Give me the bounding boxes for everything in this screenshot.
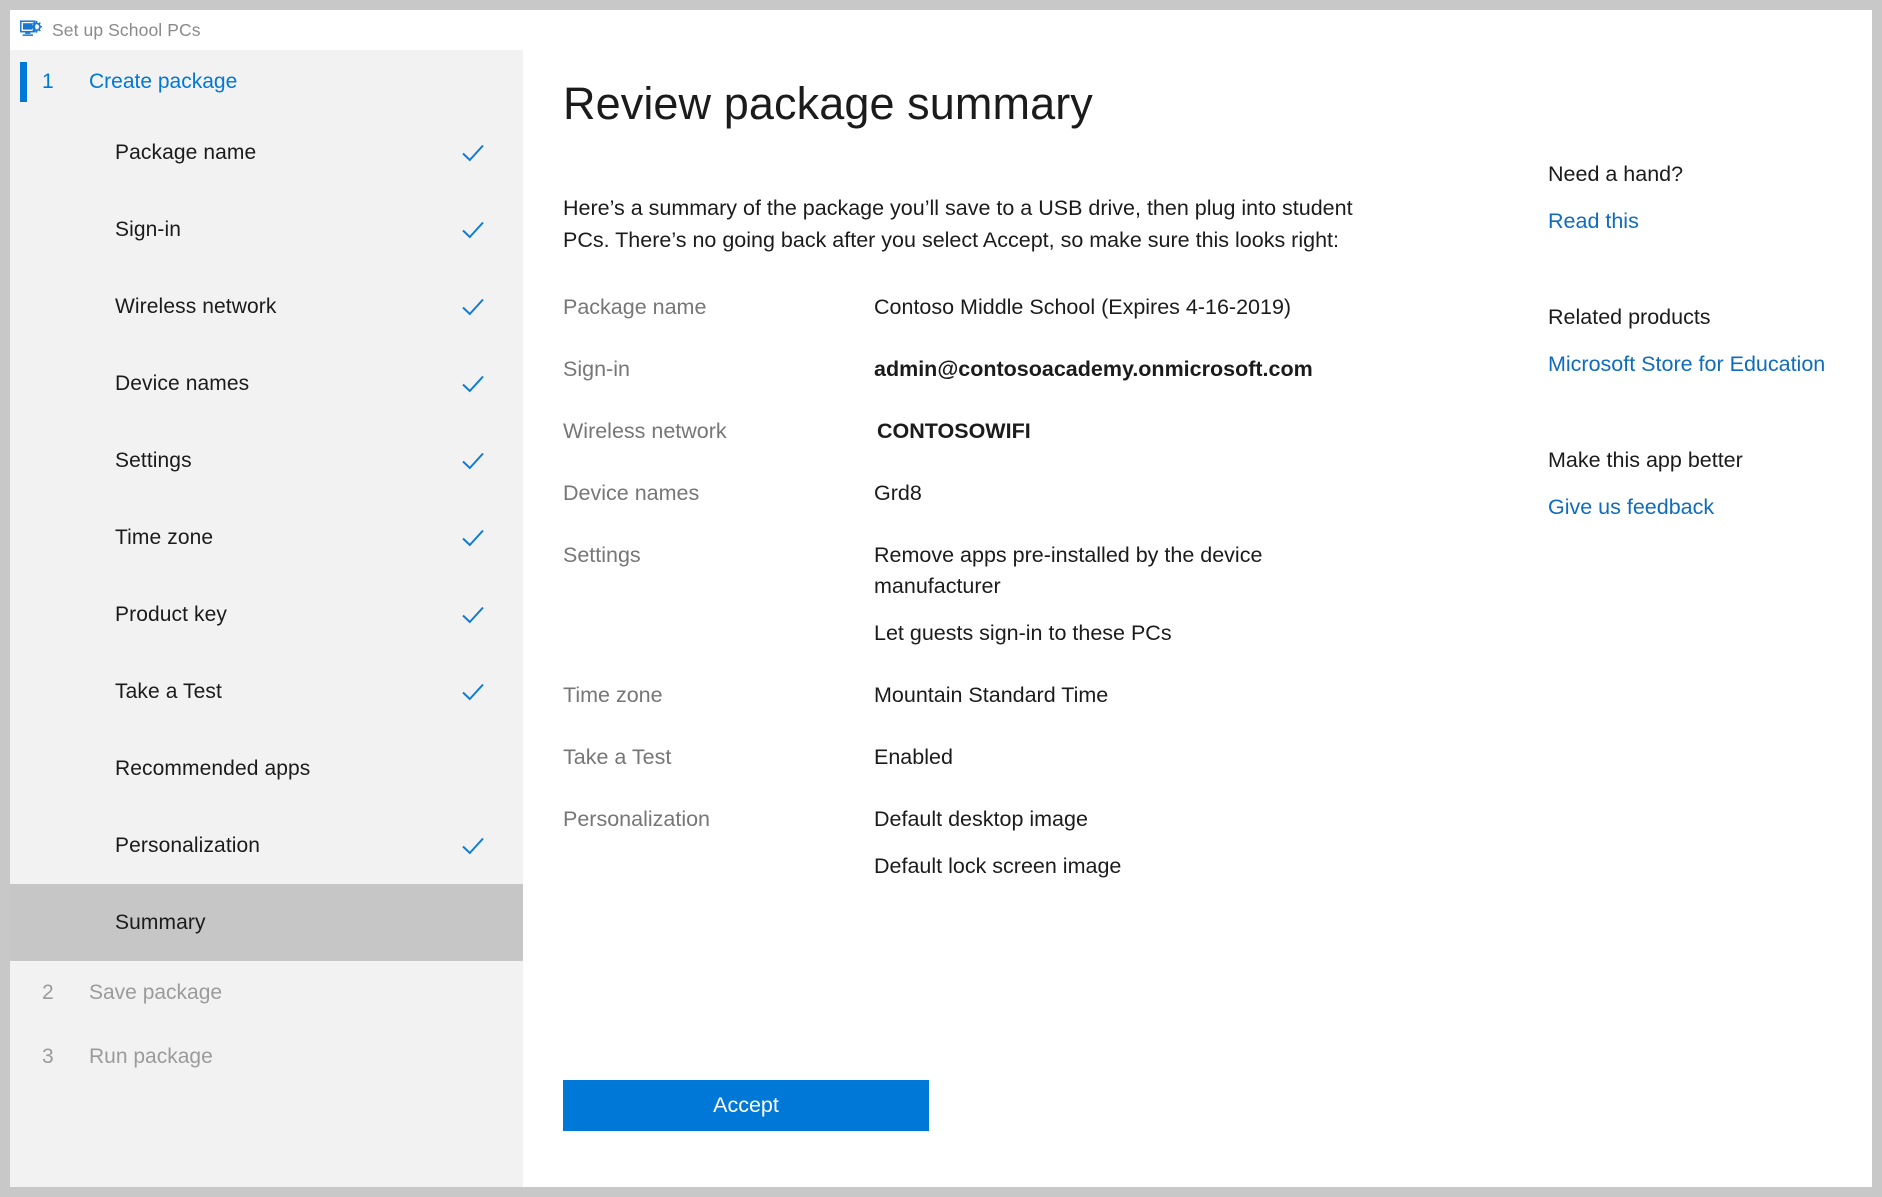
summary-value: Default desktop image — [874, 804, 1344, 835]
checkmark-icon — [460, 217, 486, 243]
window-title: Set up School PCs — [52, 20, 201, 41]
summary-row-package-name: Package name Contoso Middle School (Expi… — [563, 292, 1543, 323]
summary-value: CONTOSOWIFI — [874, 416, 1347, 447]
intro-paragraph: Here’s a summary of the package you’ll s… — [563, 192, 1353, 256]
checkmark-icon — [460, 448, 486, 474]
summary-label: Time zone — [563, 680, 874, 710]
help-heading: Need a hand? — [1548, 160, 1858, 188]
summary-label: Wireless network — [563, 416, 874, 446]
summary-value: Mountain Standard Time — [874, 680, 1344, 711]
sidebar-item-device-names[interactable]: Device names — [10, 345, 523, 422]
summary-row-wireless-network: Wireless network CONTOSOWIFI — [563, 416, 1543, 447]
summary-value-group: Contoso Middle School (Expires 4-16-2019… — [874, 292, 1543, 323]
sidebar-item-personalization[interactable]: Personalization — [10, 807, 523, 884]
summary-value: Contoso Middle School (Expires 4-16-2019… — [874, 292, 1344, 323]
sidebar-item-label: Summary — [115, 911, 460, 935]
summary-value-group: Grd8 — [874, 478, 1543, 509]
checkmark-icon — [460, 140, 486, 166]
help-group-related-products: Related products Microsoft Store for Edu… — [1548, 303, 1858, 378]
sidebar-item-settings[interactable]: Settings — [10, 422, 523, 499]
help-heading: Make this app better — [1548, 446, 1858, 474]
sidebar-step-label: Run package — [63, 1045, 213, 1069]
checkmark-icon — [460, 833, 486, 859]
help-group-need-a-hand: Need a hand? Read this — [1548, 160, 1858, 235]
sidebar-item-label: Sign-in — [115, 218, 460, 242]
summary-label: Personalization — [563, 804, 874, 834]
summary-value-group: Mountain Standard Time — [874, 680, 1543, 711]
sidebar-item-label: Package name — [115, 141, 460, 165]
summary-label: Package name — [563, 292, 874, 322]
summary-value-group: admin@contosoacademy.onmicrosoft.com — [874, 354, 1543, 385]
summary-label: Sign-in — [563, 354, 874, 384]
give-us-feedback-link[interactable]: Give us feedback — [1548, 493, 1714, 521]
summary-value-group: CONTOSOWIFI — [874, 416, 1543, 447]
help-rail: Need a hand? Read this Related products … — [1548, 160, 1858, 589]
summary-row-personalization: Personalization Default desktop image De… — [563, 804, 1543, 882]
titlebar: Set up School PCs — [10, 10, 1872, 50]
sidebar-item-label: Product key — [115, 603, 460, 627]
summary-row-device-names: Device names Grd8 — [563, 478, 1543, 509]
sidebar-step-number: 2 — [10, 981, 63, 1005]
summary-label: Device names — [563, 478, 874, 508]
checkmark-icon — [460, 294, 486, 320]
app-window: Set up School PCs 1 Create package Packa… — [0, 0, 1882, 1197]
sidebar-item-recommended-apps[interactable]: Recommended apps — [10, 730, 523, 807]
summary-value-group: Remove apps pre-installed by the device … — [874, 540, 1543, 649]
accept-button[interactable]: Accept — [563, 1080, 929, 1131]
monitor-gear-icon — [20, 20, 44, 40]
sidebar-item-product-key[interactable]: Product key — [10, 576, 523, 653]
sidebar-step-label: Create package — [63, 70, 237, 94]
sidebar-item-package-name[interactable]: Package name — [10, 114, 523, 191]
summary-value: Remove apps pre-installed by the device … — [874, 540, 1344, 602]
summary-value-group: Default desktop image Default lock scree… — [874, 804, 1543, 882]
summary-value-group: Enabled — [874, 742, 1543, 773]
summary-value: admin@contosoacademy.onmicrosoft.com — [874, 354, 1344, 385]
summary-row-time-zone: Time zone Mountain Standard Time — [563, 680, 1543, 711]
sidebar-item-label: Settings — [115, 449, 460, 473]
summary-value: Grd8 — [874, 478, 1344, 509]
summary-row-settings: Settings Remove apps pre-installed by th… — [563, 540, 1543, 649]
sidebar-item-summary[interactable]: Summary — [10, 884, 523, 961]
help-heading: Related products — [1548, 303, 1858, 331]
sidebar-item-label: Take a Test — [115, 680, 460, 704]
checkmark-icon — [460, 371, 486, 397]
summary-value: Default lock screen image — [874, 851, 1344, 882]
read-this-link[interactable]: Read this — [1548, 207, 1639, 235]
summary-value: Enabled — [874, 742, 1344, 773]
summary-row-take-a-test: Take a Test Enabled — [563, 742, 1543, 773]
sidebar-item-time-zone[interactable]: Time zone — [10, 499, 523, 576]
main-content: Review package summary Here’s a summary … — [523, 50, 1872, 1187]
checkmark-icon — [460, 679, 486, 705]
summary-row-sign-in: Sign-in admin@contosoacademy.onmicrosoft… — [563, 354, 1543, 385]
help-group-make-this-app-better: Make this app better Give us feedback — [1548, 446, 1858, 521]
active-step-indicator — [20, 62, 27, 102]
sidebar-step-label: Save package — [63, 981, 222, 1005]
sidebar-step-run-package[interactable]: 3 Run package — [10, 1025, 523, 1089]
sidebar-step-number: 3 — [10, 1045, 63, 1069]
checkmark-icon — [460, 525, 486, 551]
sidebar-item-take-a-test[interactable]: Take a Test — [10, 653, 523, 730]
summary-label: Settings — [563, 540, 874, 570]
checkmark-icon — [460, 602, 486, 628]
sidebar-step-create-package[interactable]: 1 Create package — [10, 50, 523, 114]
sidebar-item-label: Time zone — [115, 526, 460, 550]
sidebar-step-number: 1 — [10, 70, 63, 94]
microsoft-store-for-education-link[interactable]: Microsoft Store for Education — [1548, 350, 1825, 378]
sidebar-item-label: Recommended apps — [115, 757, 460, 781]
sidebar-item-label: Wireless network — [115, 295, 460, 319]
page-title: Review package summary — [563, 78, 1093, 130]
sidebar-item-label: Device names — [115, 372, 460, 396]
summary-value: Let guests sign-in to these PCs — [874, 618, 1344, 649]
sidebar-item-wireless-network[interactable]: Wireless network — [10, 268, 523, 345]
sidebar-item-label: Personalization — [115, 834, 460, 858]
sidebar-item-sign-in[interactable]: Sign-in — [10, 191, 523, 268]
sidebar: 1 Create package Package name Sign-in Wi… — [10, 50, 523, 1187]
sidebar-step-save-package[interactable]: 2 Save package — [10, 961, 523, 1025]
summary-label: Take a Test — [563, 742, 874, 772]
package-summary-list: Package name Contoso Middle School (Expi… — [563, 292, 1543, 913]
